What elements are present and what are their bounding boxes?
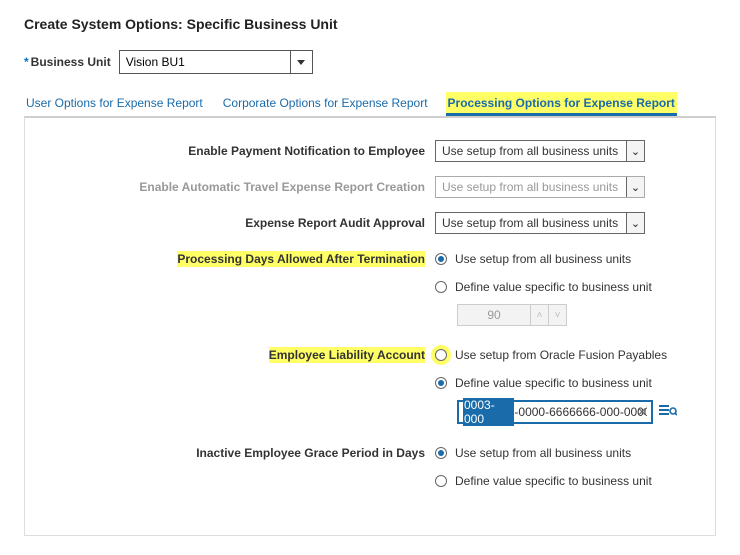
radio-icon	[435, 377, 447, 389]
audit-approval-select[interactable]: Use setup from all business units ⌄	[435, 212, 645, 234]
business-unit-select[interactable]	[119, 50, 313, 74]
audit-approval-value: Use setup from all business units	[436, 213, 626, 233]
audit-approval-label: Expense Report Audit Approval	[45, 212, 435, 230]
business-unit-input[interactable]	[120, 51, 290, 73]
caret-down-icon	[297, 60, 305, 65]
liability-option-specific-label: Define value specific to business unit	[455, 376, 652, 390]
liability-option-specific[interactable]: Define value specific to business unit	[435, 372, 695, 394]
chevron-down-icon: ˅	[555, 310, 561, 321]
liability-label: Employee Liability Account	[269, 347, 425, 363]
auto-travel-dropdown-button[interactable]: ⌄	[626, 177, 644, 197]
radio-icon	[435, 281, 447, 293]
clear-icon[interactable]: ✕	[637, 405, 647, 419]
chevron-down-icon: ⌄	[631, 181, 640, 194]
payment-notification-dropdown-button[interactable]: ⌄	[626, 141, 644, 161]
liability-option-payables[interactable]: Use setup from Oracle Fusion Payables	[435, 344, 695, 366]
proc-days-spinner: ˄ ˅	[457, 304, 567, 326]
payment-notification-value: Use setup from all business units	[436, 141, 626, 161]
business-unit-label: Business Unit	[31, 55, 111, 69]
proc-days-option-specific-label: Define value specific to business unit	[455, 280, 652, 294]
page-title: Create System Options: Specific Business…	[24, 16, 716, 32]
tab-user-options[interactable]: User Options for Expense Report	[24, 92, 205, 116]
liability-option-payables-label: Use setup from Oracle Fusion Payables	[455, 348, 667, 362]
audit-approval-dropdown-button[interactable]: ⌄	[626, 213, 644, 233]
proc-days-spinner-input	[458, 305, 530, 325]
liability-label-wrap: Employee Liability Account	[45, 344, 435, 362]
payment-notification-label: Enable Payment Notification to Employee	[45, 140, 435, 158]
proc-days-label: Processing Days Allowed After Terminatio…	[177, 251, 425, 267]
proc-days-option-all-bu-label: Use setup from all business units	[455, 252, 631, 266]
proc-days-label-wrap: Processing Days Allowed After Terminatio…	[45, 248, 435, 266]
radio-icon	[435, 253, 447, 265]
chevron-down-icon: ⌄	[631, 217, 640, 230]
business-unit-dropdown-button[interactable]	[290, 51, 312, 73]
inactive-grace-label: Inactive Employee Grace Period in Days	[45, 442, 435, 460]
proc-days-spinner-down: ˅	[548, 305, 566, 325]
liability-account-selected-text: 0003-000	[463, 398, 514, 426]
proc-days-spinner-up: ˄	[530, 305, 548, 325]
proc-days-option-all-bu[interactable]: Use setup from all business units	[435, 248, 695, 270]
radio-icon	[435, 349, 447, 361]
auto-travel-value: Use setup from all business units	[436, 177, 626, 197]
radio-icon	[435, 475, 447, 487]
auto-travel-label: Enable Automatic Travel Expense Report C…	[45, 176, 435, 194]
chevron-up-icon: ˄	[537, 310, 543, 321]
chevron-down-icon: ⌄	[631, 145, 640, 158]
liability-account-rest-text: -0000-6666666-000-0000	[514, 405, 647, 419]
auto-travel-select[interactable]: Use setup from all business units ⌄	[435, 176, 645, 198]
tab-bar: User Options for Expense Report Corporat…	[24, 92, 716, 116]
payment-notification-select[interactable]: Use setup from all business units ⌄	[435, 140, 645, 162]
inactive-grace-option-all-bu-label: Use setup from all business units	[455, 446, 631, 460]
business-unit-row: * Business Unit	[24, 50, 716, 74]
inactive-grace-option-all-bu[interactable]: Use setup from all business units	[435, 442, 695, 464]
radio-icon	[435, 447, 447, 459]
inactive-grace-option-specific[interactable]: Define value specific to business unit	[435, 470, 695, 492]
tab-processing-options[interactable]: Processing Options for Expense Report	[446, 92, 677, 116]
tab-corporate-options[interactable]: Corporate Options for Expense Report	[221, 92, 430, 116]
proc-days-option-specific[interactable]: Define value specific to business unit	[435, 276, 695, 298]
required-indicator: *	[24, 55, 29, 69]
processing-options-panel: Enable Payment Notification to Employee …	[24, 116, 716, 536]
liability-account-input[interactable]: 0003-000-0000-6666666-000-0000 ✕	[457, 400, 653, 424]
inactive-grace-option-specific-label: Define value specific to business unit	[455, 474, 652, 488]
lov-search-icon[interactable]	[659, 403, 677, 421]
